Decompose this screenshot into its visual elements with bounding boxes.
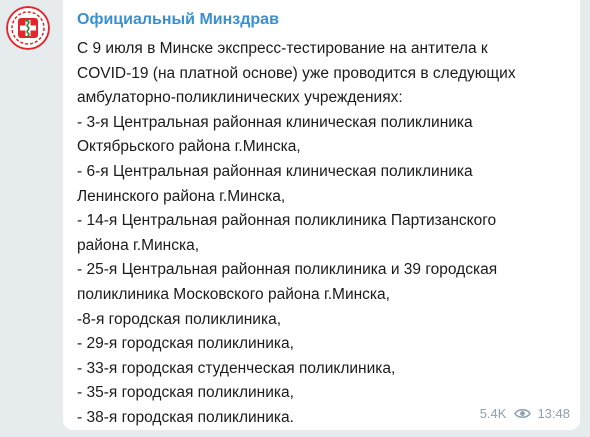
message-bubble: Официальный Минздрав С 9 июля в Минске э… [63, 0, 580, 430]
message-line: поликлиника Московского района г.Минска, [77, 285, 390, 303]
message-line: - 29-я городская поликлиника, [77, 335, 294, 353]
channel-avatar[interactable] [6, 6, 50, 50]
message-meta: 5.4K 13:48 [480, 406, 570, 421]
channel-name[interactable]: Официальный Минздрав [77, 9, 566, 31]
message-line: - 25-я Центральная районная поликлиника … [77, 261, 498, 279]
message-line: COVID-19 (на платной основе) уже проводи… [77, 64, 516, 82]
eye-icon [514, 408, 532, 419]
message-line: Октябрьского района г.Минска, [77, 138, 301, 156]
ministry-emblem-icon [6, 6, 50, 50]
view-count: 5.4K [479, 406, 507, 421]
message-time: 13:48 [537, 406, 570, 421]
message-line: - 14-я Центральная районная поликлиника … [77, 212, 497, 230]
message-line: амбулаторно-поликлинических учреждениях: [77, 89, 403, 107]
message-line: - 6-я Центральная районная клиническая п… [77, 162, 473, 180]
message-line: района г.Минска, [77, 236, 200, 254]
message-text: С 9 июля в Минске экспресс-тестирование … [77, 37, 566, 431]
message-line: - 35-я городская поликлиника, [77, 384, 294, 402]
message-line: Ленинского района г.Минска, [77, 187, 286, 205]
message-line: -8-я городская поликлиника, [77, 310, 282, 328]
message-line: - 3-я Центральная районная клиническая п… [77, 113, 473, 131]
message-line: - 33-я городская студенческая поликлиник… [77, 359, 396, 377]
message-line: С 9 июля в Минске экспресс-тестирование … [77, 40, 488, 57]
